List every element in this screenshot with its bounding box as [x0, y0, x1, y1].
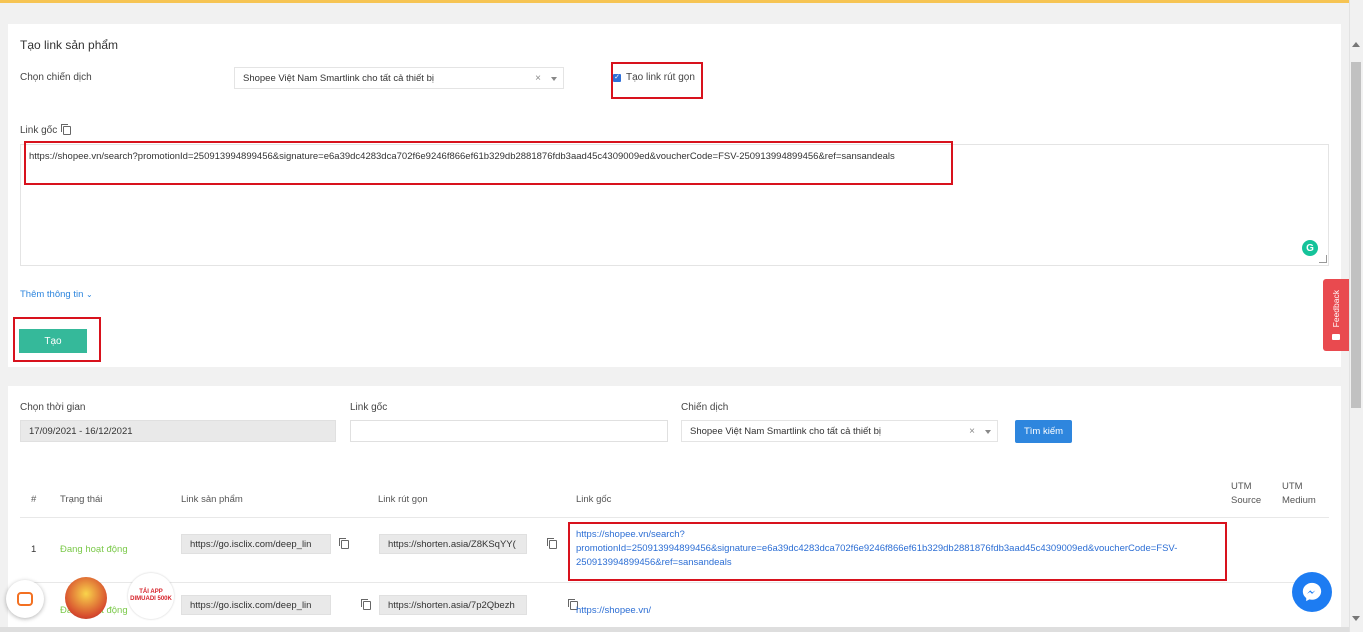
row-1-product-link[interactable]: https://go.isclix.com/deep_lin — [181, 534, 331, 554]
header-short-link: Link rút gọn — [378, 494, 428, 505]
scroll-down-icon[interactable] — [1352, 616, 1360, 621]
highlight-original-link — [24, 141, 953, 185]
filter-link-label: Link gốc — [350, 402, 388, 413]
messenger-button[interactable] — [1292, 572, 1332, 612]
shortlink-label: Tạo link rút gọn — [626, 72, 695, 83]
clear-icon[interactable]: × — [969, 426, 975, 437]
chevron-down-icon — [985, 430, 991, 434]
chevron-down-icon — [551, 77, 557, 81]
horizontal-scrollbar[interactable] — [0, 627, 1349, 632]
top-accent-bar — [0, 0, 1363, 3]
scroll-up-icon[interactable] — [1352, 42, 1360, 47]
copy-icon[interactable] — [546, 538, 557, 549]
vertical-scrollbar[interactable] — [1349, 0, 1363, 632]
date-range-input[interactable]: 17/09/2021 - 16/12/2021 — [20, 420, 336, 442]
chevron-down-icon: ⌄ — [86, 290, 93, 299]
campaign-select[interactable]: Shopee Việt Nam Smartlink cho tất cả thi… — [234, 67, 564, 89]
feedback-icon — [1332, 333, 1340, 340]
promo-app-badge[interactable]: TẢI APP DIMUADI 500K — [128, 573, 174, 619]
create-link-card: Tạo link sản phẩm Chọn chiến dịch Shopee… — [8, 24, 1341, 367]
scrollbar-thumb[interactable] — [1351, 62, 1361, 408]
more-info-label: Thêm thông tin — [20, 289, 84, 300]
row-2-original-link[interactable]: https://shopee.vn/ — [576, 605, 651, 616]
campaign-select-value: Shopee Việt Nam Smartlink cho tất cả thi… — [243, 72, 434, 84]
campaign-label: Chọn chiến dịch — [20, 72, 92, 83]
copy-icon[interactable] — [339, 538, 349, 549]
time-label: Chọn thời gian — [20, 402, 86, 413]
clear-icon[interactable]: × — [535, 73, 541, 84]
promo-badge-image[interactable] — [65, 577, 107, 619]
header-original-link: Link gốc — [576, 494, 612, 505]
row-1-status: Đang hoạt động — [60, 544, 128, 555]
header-index: # — [31, 494, 37, 505]
copy-icon[interactable] — [360, 599, 371, 610]
row-divider — [20, 582, 1329, 583]
messenger-icon — [1302, 582, 1322, 602]
grammarly-icon[interactable]: G — [1302, 240, 1318, 256]
shortlink-checkbox[interactable]: ✓ — [613, 73, 621, 82]
original-link-label: Link gốc — [20, 125, 58, 136]
filter-link-input[interactable] — [350, 420, 668, 442]
promo-app-text: TẢI APP DIMUADI 500K — [130, 589, 172, 602]
original-link-label-row: Link gốc — [20, 124, 72, 136]
search-button[interactable]: Tìm kiếm — [1015, 420, 1072, 443]
feedback-label: Feedback — [1331, 290, 1341, 328]
header-product-link: Link sản phẩm — [181, 494, 243, 505]
header-divider — [20, 517, 1329, 518]
page-title: Tạo link sản phẩm — [20, 38, 119, 52]
feedback-tab[interactable]: Feedback — [1323, 279, 1349, 351]
header-utm-source: UTM Source — [1231, 481, 1262, 506]
more-info-toggle[interactable]: Thêm thông tin ⌄ — [20, 289, 93, 300]
filter-campaign-select[interactable]: Shopee Việt Nam Smartlink cho tất cả thi… — [681, 420, 998, 442]
links-list-card: Chọn thời gian 17/09/2021 - 16/12/2021 L… — [8, 386, 1341, 632]
row-2-short-link[interactable]: https://shorten.asia/7p2Qbezh — [379, 595, 527, 615]
header-status: Trạng thái — [60, 494, 103, 505]
resize-handle-icon[interactable] — [1319, 255, 1327, 263]
row-1-short-link[interactable]: https://shorten.asia/Z8KSqYY( — [379, 534, 527, 554]
filter-campaign-value: Shopee Việt Nam Smartlink cho tất cả thi… — [690, 425, 881, 437]
copy-icon[interactable] — [61, 124, 72, 135]
create-button[interactable]: Tạo — [19, 329, 87, 353]
chat-button[interactable] — [6, 580, 44, 618]
shortlink-toggle[interactable]: ✓ Tạo link rút gọn — [613, 72, 695, 83]
header-utm-medium: UTM Medium — [1282, 481, 1316, 506]
filter-campaign-label: Chiến dịch — [681, 402, 729, 413]
chat-icon — [17, 592, 33, 606]
row-2-product-link[interactable]: https://go.isclix.com/deep_lin — [181, 595, 331, 615]
row-1-index: 1 — [31, 544, 37, 555]
highlight-row-1-link — [568, 522, 1227, 581]
